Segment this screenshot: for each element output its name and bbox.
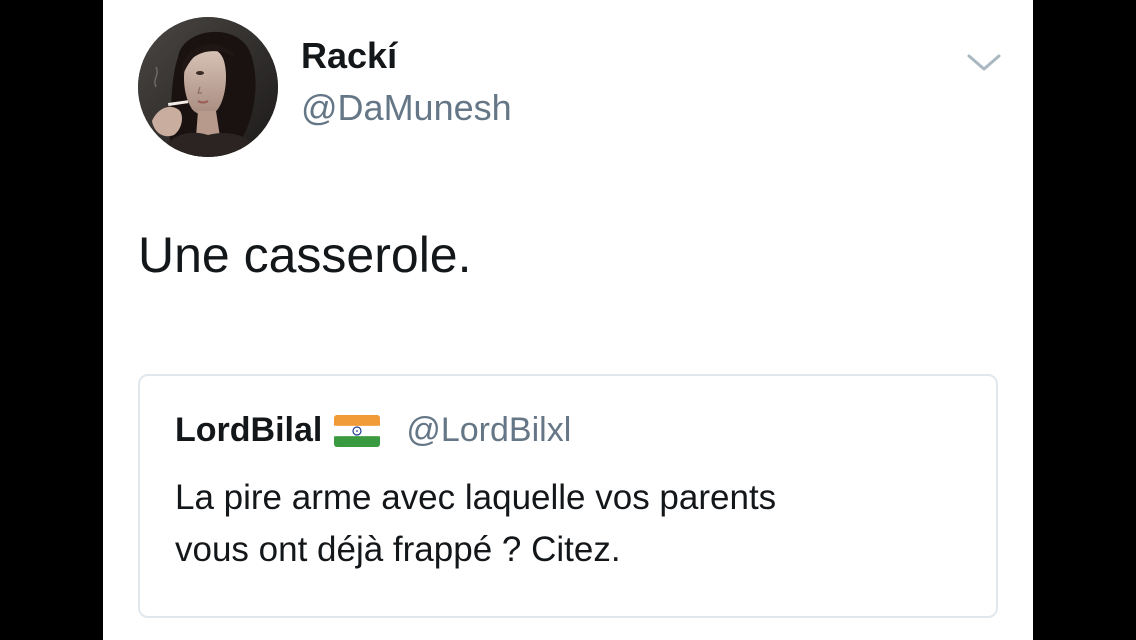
tweet-text: Une casserole. [138,227,472,283]
screen-background: Rackí @DaMunesh Une casserole. LordBilal [0,0,1136,640]
quoted-tweet-header: LordBilal @LordBilxl [175,410,571,450]
tweet-card: Rackí @DaMunesh Une casserole. LordBilal [103,0,1033,640]
author-display-name[interactable]: Rackí [301,38,397,74]
quoted-author-display-name: LordBilal [175,410,323,449]
avatar-photo [138,17,278,157]
quoted-tweet-text: La pire arme avec laquelle vos parents v… [175,478,777,569]
author-handle[interactable]: @DaMunesh [301,90,512,126]
quoted-tweet[interactable]: LordBilal @LordBilxl La pire arme avec l… [138,374,998,618]
quoted-author-handle: @LordBilxl [406,410,572,449]
india-flag-icon [334,415,381,447]
chevron-down-icon[interactable] [965,50,1003,74]
avatar[interactable] [138,17,278,157]
